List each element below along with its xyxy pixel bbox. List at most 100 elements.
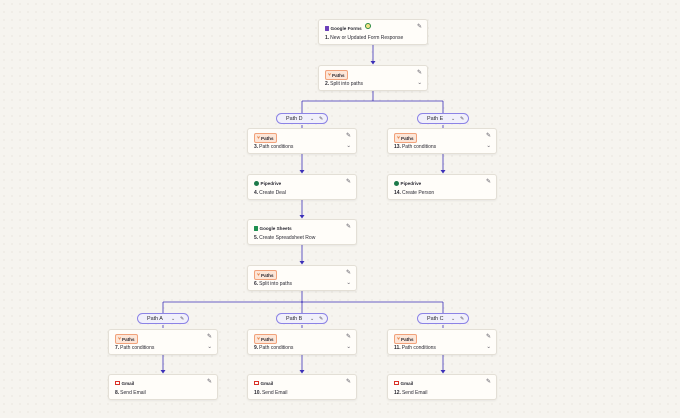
step-title: 7.Path conditions bbox=[115, 345, 155, 351]
step-title: 5.Create Spreadsheet Row bbox=[254, 235, 316, 241]
chevron-down-icon[interactable]: ⌄ bbox=[207, 344, 212, 350]
step-title: 14.Create Person bbox=[394, 190, 435, 196]
step-node-10[interactable]: Gmail ✎ 10.Send Email bbox=[247, 374, 357, 400]
pipedrive-icon bbox=[394, 180, 399, 186]
google-forms-icon bbox=[325, 25, 329, 31]
step-node-1[interactable]: Google Forms ✎ 1.New or Updated Form Res… bbox=[318, 19, 428, 45]
pencil-icon[interactable]: ✎ bbox=[207, 333, 212, 340]
pencil-icon[interactable]: ✎ bbox=[486, 178, 491, 185]
path-pill-c[interactable]: Path C ⌄ ✎ bbox=[417, 313, 469, 324]
app-label-paths: ⑂ Paths bbox=[254, 334, 277, 344]
pencil-icon[interactable]: ✎ bbox=[346, 333, 351, 340]
pencil-icon[interactable]: ✎ bbox=[460, 316, 464, 322]
paths-icon: ⑂ bbox=[257, 336, 261, 342]
app-label-gmail: Gmail bbox=[254, 379, 273, 387]
path-label: Path C bbox=[427, 316, 444, 322]
path-pill-e[interactable]: Path E ⌄ ✎ bbox=[417, 113, 469, 124]
chevron-down-icon[interactable]: ⌄ bbox=[417, 80, 422, 86]
paths-icon: ⑂ bbox=[397, 336, 401, 342]
app-label-gmail: Gmail bbox=[394, 379, 413, 387]
pencil-icon[interactable]: ✎ bbox=[319, 316, 323, 322]
google-sheets-icon bbox=[254, 225, 258, 231]
step-title: 2.Split into paths bbox=[325, 81, 363, 87]
step-node-5[interactable]: Google Sheets ✎ 5.Create Spreadsheet Row bbox=[247, 219, 357, 245]
gmail-icon bbox=[254, 381, 259, 385]
app-label-paths: ⑂ Paths bbox=[394, 334, 417, 344]
status-badge bbox=[365, 23, 371, 29]
step-title: 8.Send Email bbox=[115, 390, 146, 396]
pencil-icon[interactable]: ✎ bbox=[346, 178, 351, 185]
pencil-icon[interactable]: ✎ bbox=[486, 132, 491, 139]
step-title: 10.Send Email bbox=[254, 390, 288, 396]
gmail-icon bbox=[394, 381, 399, 385]
paths-icon: ⑂ bbox=[118, 336, 122, 342]
step-node-7[interactable]: ⑂ Paths ✎ 7.Path conditions ⌄ bbox=[108, 329, 218, 355]
step-title: 1.New or Updated Form Response bbox=[325, 35, 404, 41]
chevron-down-icon[interactable]: ⌄ bbox=[171, 316, 175, 322]
step-title: 9.Path conditions bbox=[254, 345, 294, 351]
app-label-google-forms: Google Forms bbox=[325, 24, 362, 32]
step-node-9[interactable]: ⑂ Paths ✎ 9.Path conditions ⌄ bbox=[247, 329, 357, 355]
step-node-2[interactable]: ⑂ Paths ✎ 2.Split into paths ⌄ bbox=[318, 65, 428, 91]
app-label-paths: ⑂ Paths bbox=[394, 133, 417, 143]
gmail-icon bbox=[115, 381, 120, 385]
pencil-icon[interactable]: ✎ bbox=[207, 378, 212, 385]
chevron-down-icon[interactable]: ⌄ bbox=[486, 344, 491, 350]
chevron-down-icon[interactable]: ⌄ bbox=[486, 143, 491, 149]
step-title: 13.Path conditions bbox=[394, 144, 437, 150]
path-pill-b[interactable]: Path B ⌄ ✎ bbox=[276, 313, 328, 324]
step-node-4[interactable]: Pipedrive ✎ 4.Create Deal bbox=[247, 174, 357, 200]
app-label-google-sheets: Google Sheets bbox=[254, 224, 292, 232]
paths-icon: ⑂ bbox=[328, 72, 332, 78]
app-label-gmail: Gmail bbox=[115, 379, 134, 387]
step-node-14[interactable]: Pipedrive ✎ 14.Create Person bbox=[387, 174, 497, 200]
pencil-icon[interactable]: ✎ bbox=[319, 116, 323, 122]
pencil-icon[interactable]: ✎ bbox=[180, 316, 184, 322]
app-label-paths: ⑂ Paths bbox=[325, 70, 348, 80]
pencil-icon[interactable]: ✎ bbox=[486, 333, 491, 340]
app-label-paths: ⑂ Paths bbox=[254, 270, 277, 280]
path-label: Path B bbox=[286, 316, 303, 322]
paths-icon: ⑂ bbox=[257, 135, 261, 141]
pencil-icon[interactable]: ✎ bbox=[417, 23, 422, 30]
chevron-down-icon[interactable]: ⌄ bbox=[451, 116, 455, 122]
step-title: 6.Split into paths bbox=[254, 281, 292, 287]
pencil-icon[interactable]: ✎ bbox=[346, 132, 351, 139]
pencil-icon[interactable]: ✎ bbox=[346, 269, 351, 276]
pencil-icon[interactable]: ✎ bbox=[346, 223, 351, 230]
path-pill-d[interactable]: Path D ⌄ ✎ bbox=[276, 113, 328, 124]
step-node-8[interactable]: Gmail ✎ 8.Send Email bbox=[108, 374, 218, 400]
chevron-down-icon[interactable]: ⌄ bbox=[310, 116, 314, 122]
pencil-icon[interactable]: ✎ bbox=[417, 69, 422, 76]
pencil-icon[interactable]: ✎ bbox=[346, 378, 351, 385]
pipedrive-icon bbox=[254, 180, 259, 186]
step-title: 4.Create Deal bbox=[254, 190, 286, 196]
app-label-paths: ⑂ Paths bbox=[115, 334, 138, 344]
path-pill-a[interactable]: Path A ⌄ ✎ bbox=[137, 313, 189, 324]
paths-icon: ⑂ bbox=[257, 272, 261, 278]
pencil-icon[interactable]: ✎ bbox=[460, 116, 464, 122]
step-node-13[interactable]: ⑂ Paths ✎ 13.Path conditions ⌄ bbox=[387, 128, 497, 154]
path-label: Path D bbox=[286, 116, 303, 122]
app-label-paths: ⑂ Paths bbox=[254, 133, 277, 143]
step-node-6[interactable]: ⑂ Paths ✎ 6.Split into paths ⌄ bbox=[247, 265, 357, 291]
step-node-11[interactable]: ⑂ Paths ✎ 11.Path conditions ⌄ bbox=[387, 329, 497, 355]
path-label: Path A bbox=[147, 316, 163, 322]
step-title: 3.Path conditions bbox=[254, 144, 294, 150]
app-label-pipedrive: Pipedrive bbox=[254, 179, 281, 187]
step-node-3[interactable]: ⑂ Paths ✎ 3.Path conditions ⌄ bbox=[247, 128, 357, 154]
step-title: 11.Path conditions bbox=[394, 345, 436, 351]
chevron-down-icon[interactable]: ⌄ bbox=[346, 344, 351, 350]
chevron-down-icon[interactable]: ⌄ bbox=[346, 280, 351, 286]
step-node-12[interactable]: Gmail ✎ 12.Send Email bbox=[387, 374, 497, 400]
chevron-down-icon[interactable]: ⌄ bbox=[451, 316, 455, 322]
chevron-down-icon[interactable]: ⌄ bbox=[346, 143, 351, 149]
pencil-icon[interactable]: ✎ bbox=[486, 378, 491, 385]
app-label-pipedrive: Pipedrive bbox=[394, 179, 421, 187]
path-label: Path E bbox=[427, 116, 444, 122]
workflow-canvas[interactable]: Google Forms ✎ 1.New or Updated Form Res… bbox=[0, 0, 680, 418]
step-title: 12.Send Email bbox=[394, 390, 428, 396]
connector-lines bbox=[160, 44, 446, 374]
chevron-down-icon[interactable]: ⌄ bbox=[310, 316, 314, 322]
paths-icon: ⑂ bbox=[397, 135, 401, 141]
